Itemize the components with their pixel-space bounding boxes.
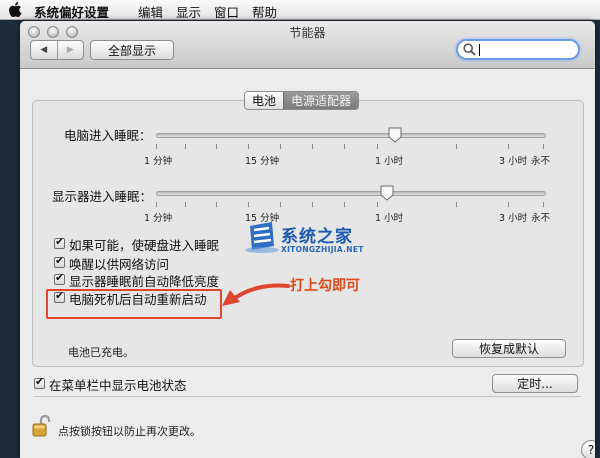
slider-tick bbox=[280, 144, 281, 149]
watermark-logo-icon bbox=[245, 222, 279, 253]
display-sleep-tick-label: 1 小时 bbox=[375, 213, 404, 224]
computer-sleep-tick-label: 3 小时 bbox=[499, 156, 528, 167]
computer-sleep-tick-label: 1 小时 bbox=[375, 156, 404, 167]
slider-tick bbox=[377, 202, 378, 207]
dim-display-label[interactable]: 显示器睡眠前自动降低亮度 bbox=[69, 271, 219, 290]
display-sleep-tick-label: 3 小时 bbox=[499, 213, 528, 224]
tab-power-adapter[interactable]: 电源适配器 bbox=[283, 92, 359, 109]
slider-tick bbox=[543, 144, 544, 149]
power-source-tabs: 电池 电源适配器 bbox=[244, 91, 360, 110]
display-sleep-slider-thumb[interactable] bbox=[380, 185, 394, 201]
slider-tick bbox=[508, 202, 509, 207]
menu-bar: 系统偏好设置 编辑 显示 窗口 帮助 bbox=[0, 0, 600, 20]
apple-icon[interactable] bbox=[8, 2, 22, 17]
display-sleep-tick-label: 永不 bbox=[531, 213, 551, 224]
slider-tick bbox=[248, 202, 249, 207]
battery-status-text: 电池已充电。 bbox=[68, 346, 134, 359]
slider-tick bbox=[344, 202, 345, 207]
text-caret bbox=[479, 44, 480, 56]
lock-icon[interactable] bbox=[32, 414, 52, 438]
menu-view[interactable]: 显示 bbox=[176, 2, 201, 21]
slider-tick bbox=[216, 144, 217, 149]
slider-tick bbox=[456, 144, 457, 149]
back-forward-control: ◀ ▶ bbox=[30, 40, 84, 60]
computer-sleep-tick-label: 永不 bbox=[531, 156, 551, 167]
slider-tick bbox=[377, 144, 378, 149]
computer-sleep-tick-label: 15 分钟 bbox=[245, 156, 280, 167]
slider-tick bbox=[312, 202, 313, 207]
disk-sleep-label[interactable]: 如果可能，使硬盘进入睡眠 bbox=[69, 235, 219, 254]
restore-defaults-button[interactable]: 恢复成默认 bbox=[452, 339, 566, 358]
watermark-url: XITONGZHIJIA.NET bbox=[281, 245, 364, 254]
forward-arrow-icon[interactable]: ▶ bbox=[56, 41, 84, 59]
slider-tick bbox=[543, 202, 544, 207]
slider-tick bbox=[185, 202, 186, 207]
slider-tick bbox=[280, 202, 281, 207]
computer-sleep-slider-thumb[interactable] bbox=[388, 127, 402, 143]
window-toolbar: 节能器 ◀ ▶ 全部显示 bbox=[20, 21, 595, 69]
menu-window[interactable]: 窗口 bbox=[214, 2, 239, 21]
search-icon bbox=[463, 43, 476, 56]
help-button[interactable]: ? bbox=[581, 440, 595, 458]
tab-battery[interactable]: 电池 bbox=[245, 92, 284, 109]
dim-display-checkbox[interactable] bbox=[54, 271, 65, 285]
search-field[interactable] bbox=[456, 39, 580, 60]
wake-network-checkbox[interactable] bbox=[54, 254, 65, 268]
schedule-button[interactable]: 定时... bbox=[492, 374, 578, 393]
computer-sleep-tick-label: 1 分钟 bbox=[144, 156, 173, 167]
menu-edit[interactable]: 编辑 bbox=[138, 2, 163, 21]
slider-tick bbox=[508, 144, 509, 149]
menubar-battery-checkbox[interactable] bbox=[34, 375, 45, 389]
slider-tick bbox=[312, 144, 313, 149]
menu-app-name[interactable]: 系统偏好设置 bbox=[34, 2, 109, 21]
annotation-arrow-icon bbox=[222, 283, 290, 306]
slider-tick bbox=[185, 144, 186, 149]
computer-sleep-slider[interactable] bbox=[156, 133, 546, 138]
slider-tick bbox=[216, 202, 217, 207]
back-arrow-icon[interactable]: ◀ bbox=[31, 41, 57, 59]
lock-hint-text: 点按锁按钮以防止再次更改。 bbox=[58, 425, 201, 438]
slider-tick bbox=[344, 144, 345, 149]
slider-tick bbox=[156, 202, 157, 207]
display-sleep-slider[interactable] bbox=[156, 191, 546, 196]
menubar-battery-label[interactable]: 在菜单栏中显示电池状态 bbox=[49, 375, 187, 394]
slider-tick bbox=[156, 144, 157, 149]
disk-sleep-checkbox[interactable] bbox=[54, 235, 65, 249]
display-sleep-label: 显示器进入睡眠： bbox=[52, 189, 153, 204]
footer-divider bbox=[34, 396, 581, 397]
computer-sleep-label: 电脑进入睡眠： bbox=[64, 128, 152, 143]
menu-help[interactable]: 帮助 bbox=[252, 2, 277, 21]
highlight-box bbox=[46, 289, 222, 319]
watermark-name: 系统之家 bbox=[281, 227, 353, 247]
slider-tick bbox=[248, 144, 249, 149]
display-sleep-tick-label: 1 分钟 bbox=[144, 213, 173, 224]
slider-tick bbox=[456, 202, 457, 207]
show-all-button[interactable]: 全部显示 bbox=[90, 40, 174, 60]
annotation-text: 打上勾即可 bbox=[290, 278, 360, 294]
